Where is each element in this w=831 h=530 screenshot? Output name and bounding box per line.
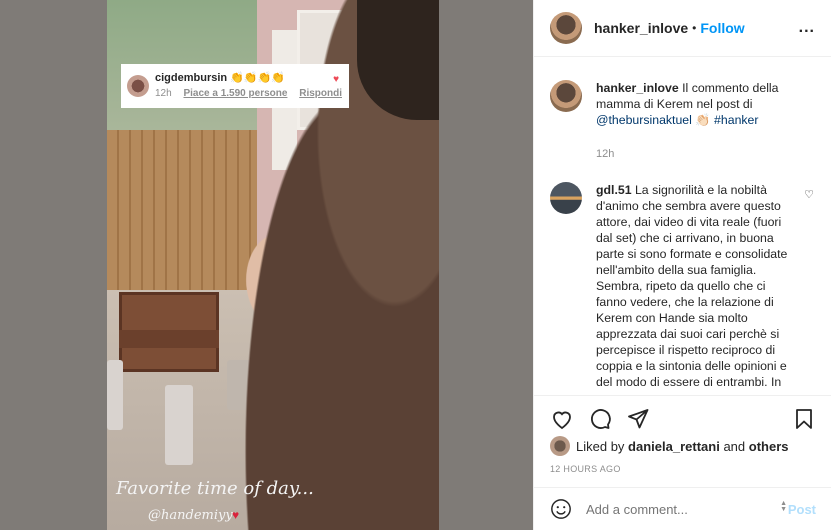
commenter-username[interactable]: gdl.51 [596,183,632,197]
author-username[interactable]: hanker_inlove [594,20,688,36]
photo-caption-text: Favorite time of day... [116,478,314,499]
commenter-avatar[interactable] [550,182,582,214]
caption-mention-link[interactable]: @thebursinaktuel [596,113,692,127]
clap-emoji-icon: 👏🏻 [695,113,711,127]
photo-caption-tag: @handemiyy [148,508,233,523]
comment-text: La signorilità e la nobiltà d'animo che … [596,183,788,394]
likes-prefix: Liked by [576,438,625,454]
photo-paint-bottle [165,385,193,465]
caption-row: hanker_inlove Il commento della mamma di… [550,80,816,128]
caption-avatar[interactable] [550,80,582,112]
caption-time: 12h [596,148,615,160]
more-options-icon[interactable]: ... [799,19,815,37]
photo-paint-box-lid [119,330,219,348]
post-header: hanker_inlove • Follow ... [534,0,831,57]
action-bar [534,395,831,441]
post-side-panel: hanker_inlove • Follow ... hanker_inlove… [533,0,831,530]
photo-paint-bottle [107,360,123,430]
likes-summary: Liked by daniela_rettani and others [550,436,789,456]
likes-others-link[interactable]: others [749,439,789,454]
follow-button[interactable]: Follow [700,20,744,36]
story-comment-overlay: cigdembursin 👏👏👏👏 12h Piace a 1.590 pers… [121,64,349,108]
scroll-stepper-icon[interactable]: ▲ ▼ [780,500,787,513]
clap-emoji-icon: 👏👏👏👏 [230,72,285,84]
likes-and: and [723,438,746,454]
add-comment-input[interactable] [586,501,788,517]
like-heart-icon[interactable] [550,407,574,431]
liker-avatar[interactable] [550,436,570,456]
caption-hashtag-link[interactable]: #hanker [714,113,758,127]
caption-username[interactable]: hanker_inlove [596,81,679,95]
red-heart-icon: ♥ [232,508,240,522]
comment-row: gdl.51 La signorilità e la nobiltà d'ani… [550,182,816,394]
share-paper-plane-icon[interactable] [626,407,650,431]
story-comment-username: cigdembursin [155,72,228,84]
comments-list[interactable]: hanker_inlove Il commento della mamma di… [534,58,831,394]
story-comment-likes: Piace a 1.590 persone [183,88,288,99]
liker-username[interactable]: daniela_rettani [628,439,720,454]
post-comment-button[interactable]: Post [788,502,816,517]
like-comment-heart-icon[interactable]: ♡ [804,188,814,201]
heart-icon: ♥ [333,74,339,85]
save-bookmark-icon[interactable] [792,407,816,431]
author-avatar[interactable] [550,12,582,44]
emoji-smiley-icon[interactable] [550,498,572,520]
comment-bubble-icon[interactable] [588,407,612,431]
story-comment-time: 12h [155,88,172,99]
post-timestamp: 12 HOURS AGO [550,464,621,474]
story-comment-avatar [127,75,149,97]
story-comment-reply: Rispondi [299,88,342,99]
separator-dot: • [692,21,697,35]
